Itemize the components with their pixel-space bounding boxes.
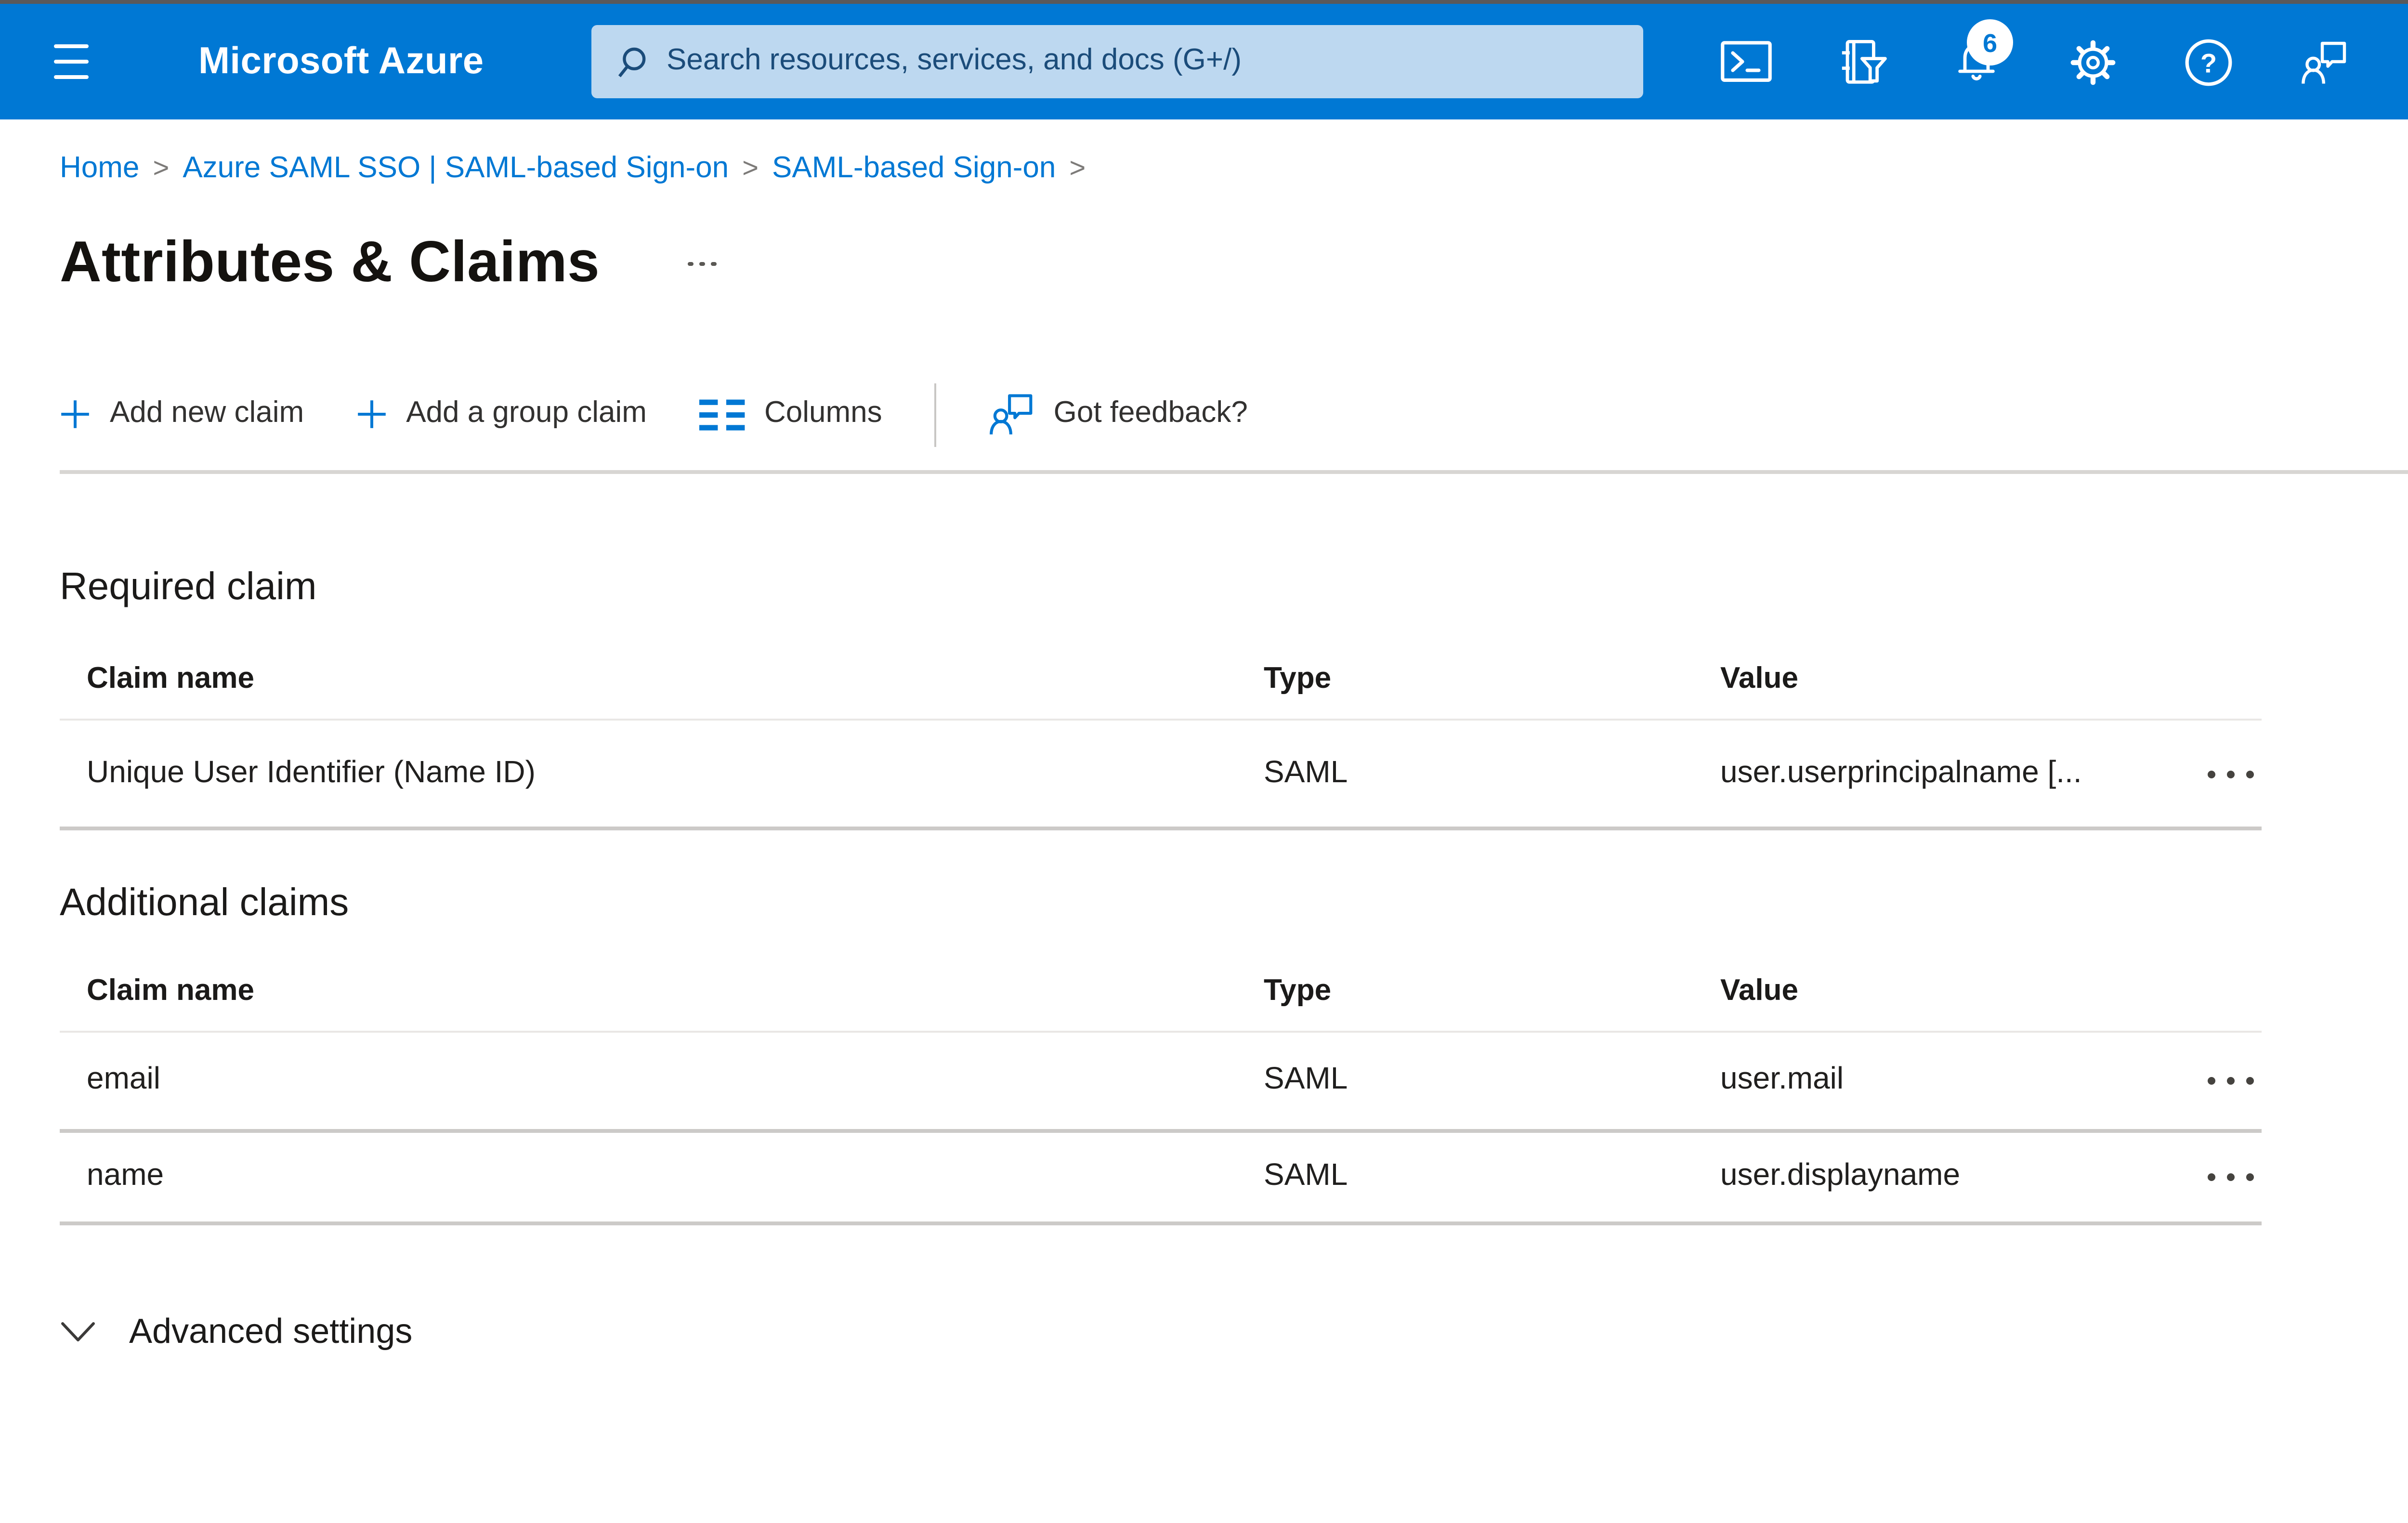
directory-filter-button[interactable] — [1803, 4, 1919, 119]
ellipsis-icon — [2246, 1173, 2254, 1181]
breadcrumb-separator-icon: > — [742, 154, 759, 185]
breadcrumb-link-home[interactable]: Home — [60, 152, 139, 187]
table-row: Unique User Identifier (Name ID) SAML us… — [60, 721, 2262, 830]
table-row: email SAML user.mail — [60, 1033, 2262, 1133]
command-bar: Add new claim Add a group claim Columns — [60, 378, 2408, 451]
brand-title: Microsoft Azure — [198, 39, 484, 82]
global-search-box — [591, 25, 1643, 98]
feedback-person-icon — [989, 394, 1033, 435]
more-icon — [700, 261, 706, 267]
ellipsis-icon — [2227, 1077, 2235, 1085]
additional-claims-table: Claim name Type Value email SAML user.ma… — [60, 954, 2262, 1225]
azure-portal-page: Microsoft Azure Search resources, servic… — [0, 0, 2408, 1523]
row-actions-button[interactable] — [2200, 754, 2262, 793]
cloud-shell-button[interactable] — [1688, 4, 1803, 119]
column-header-type: Type — [1264, 975, 1332, 1008]
required-claim-table: Claim name Type Value Unique User Identi… — [60, 642, 2262, 830]
breadcrumb-link-app-sso[interactable]: Azure SAML SSO | SAML-based Sign-on — [183, 152, 729, 187]
ellipsis-icon — [2208, 770, 2215, 777]
column-header-claim-name: Claim name — [87, 663, 255, 696]
add-new-claim-label: Add new claim — [110, 397, 304, 430]
table-row: name SAML user.displayname — [60, 1133, 2262, 1225]
ellipsis-icon — [2246, 770, 2254, 777]
more-commands-button[interactable] — [681, 254, 724, 275]
ellipsis-icon — [2227, 1173, 2235, 1181]
column-header-claim-name: Claim name — [87, 975, 255, 1008]
window-top-edge — [0, 0, 2408, 4]
ellipsis-icon — [2208, 1173, 2215, 1181]
breadcrumb-separator-icon: > — [153, 154, 170, 185]
type-cell: SAML — [1264, 1160, 1348, 1193]
svg-text:?: ? — [2199, 47, 2216, 77]
got-feedback-button[interactable]: Got feedback? — [988, 391, 1248, 437]
row-actions-button[interactable] — [2200, 1062, 2262, 1100]
directory-filter-icon — [1841, 39, 1886, 83]
got-feedback-label: Got feedback? — [1053, 397, 1248, 430]
breadcrumb-separator-icon: > — [1069, 154, 1086, 185]
add-group-claim-label: Add a group claim — [406, 397, 647, 430]
gear-icon — [2069, 39, 2115, 84]
plus-icon — [61, 400, 89, 428]
feedback-button[interactable] — [2265, 4, 2381, 119]
toolbar-divider — [934, 382, 936, 446]
search-icon — [618, 46, 646, 77]
advanced-settings-label: Advanced settings — [129, 1311, 413, 1350]
columns-icon — [698, 398, 745, 430]
ellipsis-icon — [2246, 1077, 2254, 1085]
add-group-claim-button[interactable]: Add a group claim — [356, 397, 647, 432]
chevron-down-icon — [61, 1321, 95, 1340]
ellipsis-icon — [2227, 770, 2235, 777]
breadcrumb-link-saml-signon[interactable]: SAML-based Sign-on — [772, 152, 1056, 187]
help-icon: ? — [2184, 38, 2231, 85]
notification-badge: 6 — [1967, 19, 2013, 66]
search-input[interactable] — [667, 25, 1643, 98]
feedback-person-icon — [2301, 40, 2345, 83]
required-claim-heading: Required claim — [60, 566, 317, 609]
settings-button[interactable] — [2034, 4, 2150, 119]
page-title: Attributes & Claims — [60, 231, 600, 295]
plus-icon — [357, 400, 385, 428]
notifications-button[interactable]: 6 — [1919, 4, 2034, 119]
breadcrumb: Home > Azure SAML SSO | SAML-based Sign-… — [60, 152, 2408, 187]
azure-top-bar: Microsoft Azure Search resources, servic… — [0, 4, 2408, 119]
help-button[interactable]: ? — [2150, 4, 2265, 119]
hamburger-icon — [54, 74, 89, 79]
more-icon — [711, 261, 717, 267]
page-header: Attributes & Claims — [60, 222, 2408, 306]
columns-label: Columns — [764, 397, 882, 430]
table-header-row: Claim name Type Value — [60, 954, 2262, 1033]
value-cell: user.mail — [1720, 1063, 1844, 1096]
claim-name-cell: name — [87, 1160, 164, 1193]
ellipsis-icon — [2208, 1077, 2215, 1085]
table-header-row: Claim name Type Value — [60, 642, 2262, 721]
row-actions-button[interactable] — [2200, 1158, 2262, 1196]
cloud-shell-icon — [1720, 41, 1771, 82]
topbar-icon-group: 6 ? — [1688, 4, 2381, 119]
columns-button[interactable]: Columns — [698, 397, 882, 432]
hamburger-icon — [54, 44, 89, 49]
toolbar-separator-line — [60, 470, 2408, 474]
column-header-value: Value — [1720, 663, 1798, 696]
hamburger-icon — [54, 59, 89, 64]
value-cell: user.userprincipalname [... — [1720, 756, 2082, 789]
column-header-value: Value — [1720, 975, 1798, 1008]
value-cell: user.displayname — [1720, 1160, 1961, 1193]
claim-name-cell: email — [87, 1063, 160, 1096]
hamburger-menu-button[interactable] — [54, 44, 89, 79]
column-header-type: Type — [1264, 663, 1332, 696]
type-cell: SAML — [1264, 756, 1348, 789]
additional-claims-heading: Additional claims — [60, 882, 349, 925]
advanced-settings-toggle[interactable]: Advanced settings — [60, 1295, 2408, 1368]
type-cell: SAML — [1264, 1063, 1348, 1096]
add-new-claim-button[interactable]: Add new claim — [60, 397, 304, 432]
more-icon — [688, 261, 694, 267]
claim-name-cell: Unique User Identifier (Name ID) — [87, 756, 536, 789]
